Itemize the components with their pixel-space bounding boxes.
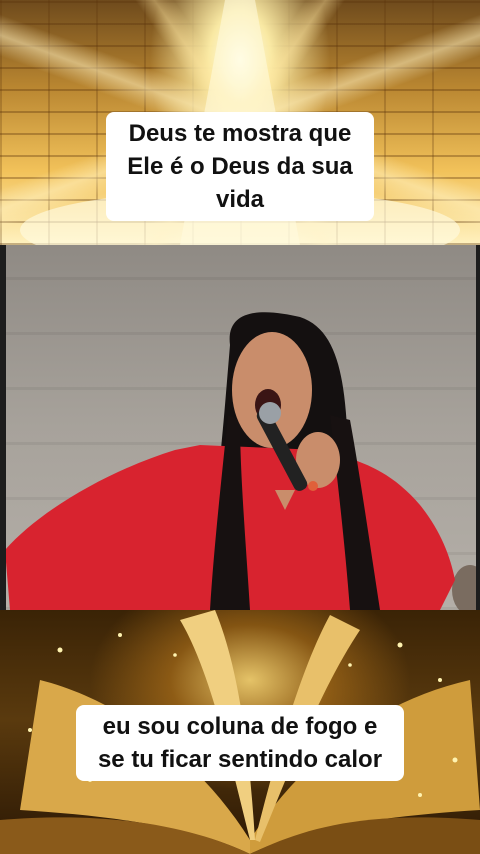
sparkle — [418, 793, 422, 797]
sparkle — [348, 663, 352, 667]
bottom-caption: eu sou coluna de fogo e se tu ficar sent… — [76, 705, 404, 781]
microphone-base — [308, 481, 318, 491]
top-caption: Deus te mostra que Ele é o Deus da sua v… — [106, 112, 374, 221]
sparkle — [118, 633, 122, 637]
video-border-right — [476, 245, 480, 610]
sparkle — [452, 757, 458, 763]
video-frame-speaker — [0, 245, 480, 610]
top-background-golden-light: Deus te mostra que Ele é o Deus da sua v… — [0, 0, 480, 245]
sparkle — [173, 653, 177, 657]
speaker-illustration — [5, 312, 480, 610]
sparkle — [438, 678, 442, 682]
sparkle — [397, 642, 403, 648]
sparkle — [28, 728, 32, 732]
bottom-background-golden-book: eu sou coluna de fogo e se tu ficar sent… — [0, 610, 480, 854]
video-border-left — [0, 245, 6, 610]
microphone-head — [259, 402, 281, 424]
sparkle — [57, 647, 63, 653]
